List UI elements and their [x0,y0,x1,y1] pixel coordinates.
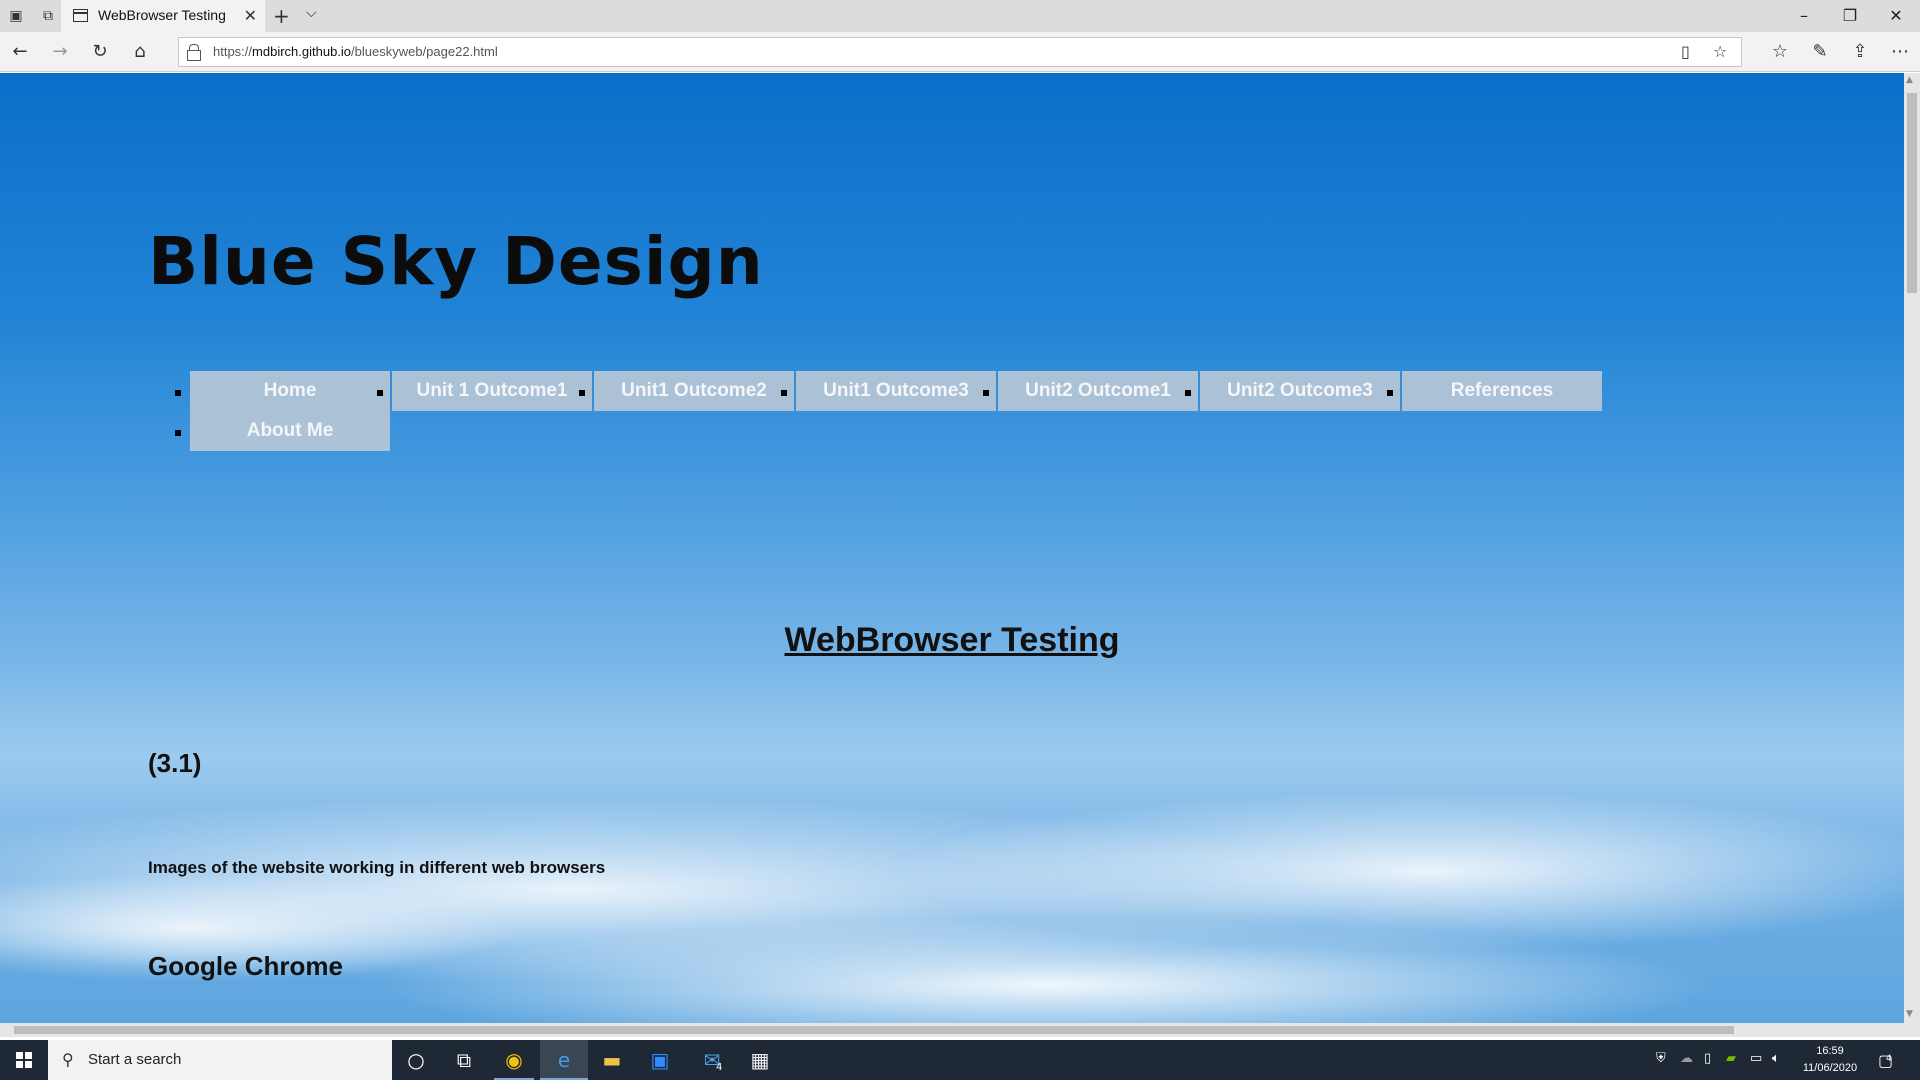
menu-item-unit2-outcome1[interactable]: Unit2 Outcome1 [998,371,1198,411]
menu-item-unit1-outcome1[interactable]: Unit 1 Outcome1 [392,371,592,411]
bullet-icon [377,390,383,396]
horizontal-scrollbar[interactable] [0,1023,1920,1037]
start-button[interactable] [0,1040,48,1080]
url-text[interactable]: https://mdbirch.github.io/blueskyweb/pag… [213,44,498,59]
address-bar[interactable]: https://mdbirch.github.io/blueskyweb/pag… [178,37,1742,67]
page-icon [73,9,88,22]
set-aside-tabs-icon[interactable]: ⧉ [38,6,58,26]
tab-manager-icon[interactable]: ▣ [6,6,26,26]
mail-icon[interactable]: ✉ 4 [688,1040,736,1080]
mail-badge: 4 [716,1062,723,1073]
security-icon[interactable]: ⛨ [1656,1051,1666,1066]
search-icon: ⚲ [62,1050,74,1069]
refresh-icon[interactable]: ↻ [88,40,112,64]
section-number: (3.1) [148,748,202,778]
search-placeholder: Start a search [88,1051,182,1068]
menu-item-unit2-outcome3[interactable]: Unit2 Outcome3 [1200,371,1400,411]
menu-item-unit1-outcome2[interactable]: Unit1 Outcome2 [594,371,794,411]
menu-item-home[interactable]: Home [190,371,390,411]
bullet-icon [579,390,585,396]
browser-tab[interactable]: WebBrowser Testing ✕ [61,0,265,32]
minimize-button[interactable]: – [1784,4,1824,28]
bullet-icon [175,430,181,436]
close-tab-icon[interactable]: ✕ [244,6,257,25]
navigation-bar: ← → ↻ ⌂ https://mdbirch.github.io/bluesk… [0,32,1920,72]
bullet-icon [781,390,787,396]
windows-icon [16,1052,32,1068]
bullet-icon [1387,390,1393,396]
arrow-right-icon[interactable]: → [48,40,72,64]
zoom-icon[interactable]: ▣ [636,1040,684,1080]
bullet-icon [983,390,989,396]
taskbar: ⚲ Start a search ○ ⧉ ◉ e ▬ ▣ ✉ 4 ▦ ⛨ ☁ ▯ … [0,1040,1920,1080]
clock-date: 11/06/2020 [1802,1062,1858,1074]
scroll-thumb[interactable] [14,1026,1734,1034]
notification-icon[interactable]: ▢ 4 [1878,1051,1893,1070]
volume-icon[interactable]: 🔈︎ [1772,1051,1780,1066]
scroll-thumb[interactable] [1907,93,1917,293]
scroll-down-icon[interactable]: ▼ [1906,1009,1913,1019]
vertical-scrollbar[interactable]: ▲ ▼ [1904,73,1920,1023]
star-icon[interactable]: ☆ [1713,42,1727,61]
tab-title: WebBrowser Testing [98,7,226,23]
share-icon[interactable]: ⇪ [1848,40,1872,64]
menu-item-references[interactable]: References [1402,371,1602,411]
page-viewport: Blue Sky Design Home Unit 1 Outcome1 Uni… [0,73,1904,1023]
clock-time: 16:59 [1816,1045,1844,1057]
close-window-button[interactable]: ✕ [1876,4,1916,28]
menu-item-unit1-outcome3[interactable]: Unit1 Outcome3 [796,371,996,411]
subheading-google-chrome: Google Chrome [148,951,344,981]
more-icon[interactable]: ⋯ [1888,40,1912,64]
network-icon[interactable]: ▭ [1750,1051,1762,1066]
chevron-down-icon[interactable]: ⌵ [306,5,317,21]
store-icon[interactable]: ▦ [736,1040,784,1080]
restore-button[interactable]: ❐ [1830,4,1870,28]
file-explorer-icon[interactable]: ▬ [588,1040,636,1080]
home-icon[interactable]: ⌂ [128,40,152,64]
favorites-icon[interactable]: ☆ [1768,40,1792,64]
book-icon[interactable]: ▯ [1681,42,1690,61]
lock-icon [187,44,201,61]
cortana-icon[interactable]: ○ [392,1040,440,1080]
chrome-icon[interactable]: ◉ [490,1040,538,1080]
notification-count: 4 [1886,1054,1892,1064]
cloud-icon[interactable]: ☁ [1680,1051,1693,1066]
edge-icon[interactable]: e [540,1040,588,1080]
new-tab-icon[interactable]: + [273,4,290,28]
intro-text: Images of the website working in differe… [148,858,606,877]
bullet-icon [175,390,181,396]
clock[interactable]: 16:59 11/06/2020 [1790,1043,1870,1077]
arrow-left-icon[interactable]: ← [8,40,32,64]
menu-item-about-me[interactable]: About Me [190,411,390,451]
nvidia-icon[interactable]: ▰ [1726,1051,1736,1066]
taskbar-search[interactable]: ⚲ Start a search [48,1040,392,1080]
pen-icon[interactable]: ✎ [1808,40,1832,64]
bullet-icon [1185,390,1191,396]
usb-icon[interactable]: ▯ [1704,1051,1711,1066]
page-heading: WebBrowser Testing [784,621,1120,659]
title-bar: ▣ ⧉ WebBrowser Testing ✕ + ⌵ – ❐ ✕ [0,0,1920,32]
scroll-up-icon[interactable]: ▲ [1906,75,1913,85]
task-view-icon[interactable]: ⧉ [440,1040,488,1080]
site-title: Blue Sky Design [148,223,764,300]
